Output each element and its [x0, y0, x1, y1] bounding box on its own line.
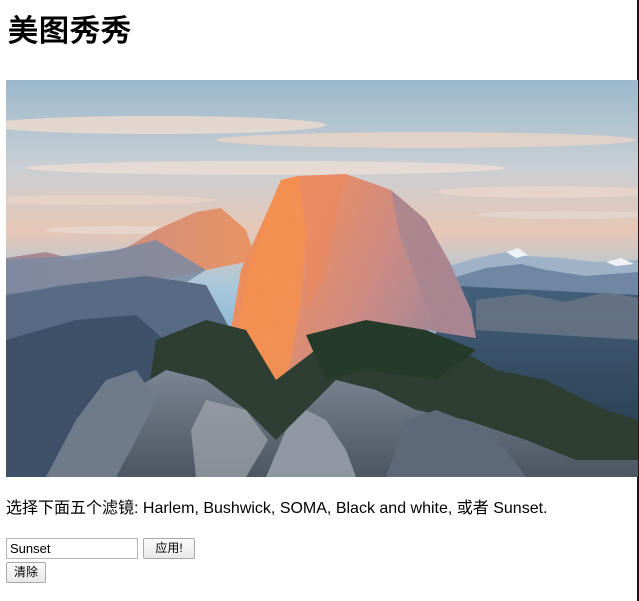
page-title: 美图秀秀	[8, 14, 132, 49]
filter-input[interactable]	[6, 538, 138, 559]
apply-button[interactable]: 应用!	[143, 538, 195, 559]
filter-instructions: 选择下面五个滤镜: Harlem, Bushwick, SOMA, Black …	[6, 500, 548, 517]
photo-illustration	[6, 80, 638, 477]
clear-button[interactable]: 清除	[6, 562, 46, 583]
landscape-photo	[6, 80, 638, 477]
